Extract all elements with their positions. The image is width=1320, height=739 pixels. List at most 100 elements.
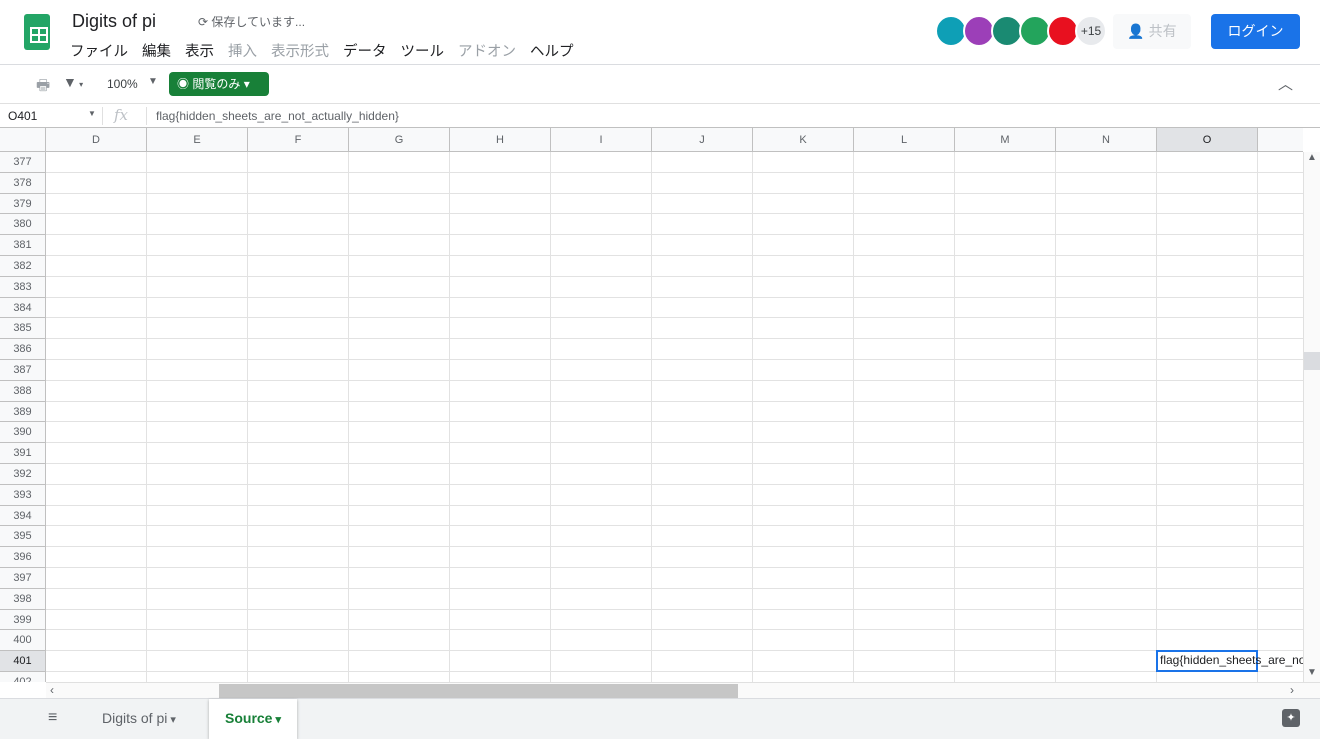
spreadsheet-grid[interactable]: D E F G H I J K L M N O 377 378 379 380 381 382 383 384 385 3… [0, 128, 1303, 682]
row-gridline [46, 525, 1303, 527]
fx-icon: fx [114, 106, 129, 124]
name-box[interactable]: O401 [8, 109, 37, 123]
sheet-tab[interactable]: Digits of pi ▾ [86, 699, 192, 739]
row-gridline [46, 650, 1303, 652]
row-gridline [46, 442, 1303, 444]
row-gridline [46, 317, 1303, 319]
row-gridline [46, 400, 1303, 402]
row-header[interactable]: 387 [0, 360, 46, 381]
share-button[interactable]: 👤 共有 [1113, 14, 1191, 49]
horizontal-scrollbar[interactable]: ‹ › [46, 682, 1320, 698]
menu-item[interactable]: 挿入 [228, 40, 257, 61]
sheet-tab[interactable]: Source ▾ [209, 699, 298, 739]
column-header[interactable]: F [248, 128, 349, 152]
row-header[interactable]: 383 [0, 276, 46, 298]
login-button[interactable]: ログイン [1211, 14, 1300, 49]
row-header[interactable]: 388 [0, 380, 46, 402]
sheet-tab-dropdown-icon[interactable]: ▾ [272, 714, 282, 726]
row-header[interactable]: 389 [0, 401, 46, 423]
column-header[interactable]: M [955, 128, 1056, 152]
more-collaborators-badge[interactable]: +15 [1075, 15, 1107, 47]
column-header[interactable]: L [854, 128, 955, 152]
column-gridline [247, 152, 248, 682]
column-gridline [1156, 152, 1157, 682]
row-header[interactable]: 380 [0, 214, 46, 236]
row-gridline [46, 629, 1303, 631]
row-header[interactable]: 390 [0, 422, 46, 444]
name-box-dropdown-icon[interactable]: ▼ [88, 109, 96, 118]
column-header[interactable]: K [753, 128, 854, 152]
menu-item[interactable]: 表示形式 [271, 40, 329, 61]
menu-item[interactable]: 表示 [185, 40, 214, 61]
formula-input[interactable]: flag{hidden_sheets_are_not_actually_hidd… [156, 109, 399, 123]
column-gridline [954, 152, 955, 682]
menu-item[interactable]: ツール [401, 40, 445, 61]
row-header[interactable]: 402 [0, 672, 46, 682]
row-gridline [46, 171, 1303, 173]
selected-cell[interactable]: flag{hidden_sheets_are_not_actually_hidd… [1156, 650, 1303, 672]
vertical-scrollbar[interactable]: ▲ ▼ [1303, 152, 1320, 682]
row-header[interactable]: 397 [0, 568, 46, 589]
row-header[interactable]: 377 [0, 152, 46, 173]
column-gridline [1257, 152, 1258, 682]
all-sheets-list-icon[interactable]: ≡ [48, 709, 57, 727]
document-title[interactable]: Digits of pi [72, 11, 156, 32]
row-header[interactable]: 398 [0, 588, 46, 610]
row-header[interactable]: 385 [0, 318, 46, 340]
print-icon[interactable]: 🖶 [36, 75, 50, 100]
column-header[interactable]: E [147, 128, 248, 152]
scroll-left-icon[interactable]: ‹ [50, 683, 54, 697]
row-gridline [46, 338, 1303, 340]
column-header[interactable]: O [1157, 128, 1258, 152]
horizontal-scroll-thumb[interactable] [219, 684, 738, 698]
row-header[interactable]: 400 [0, 630, 46, 652]
menu-item[interactable]: 編集 [142, 40, 171, 61]
filter-icon[interactable]: ▼ ▾ [63, 74, 83, 90]
column-gridline [853, 152, 854, 682]
row-header[interactable]: 381 [0, 235, 46, 256]
zoom-dropdown-icon[interactable]: ▼ [148, 76, 158, 87]
zoom-select[interactable]: 100% [107, 77, 138, 91]
scroll-up-icon[interactable]: ▲ [1307, 152, 1317, 163]
column-header[interactable]: G [349, 128, 450, 152]
column-header[interactable]: H [450, 128, 551, 152]
row-header[interactable]: 395 [0, 526, 46, 548]
row-header[interactable]: 384 [0, 297, 46, 319]
row-header[interactable]: 394 [0, 505, 46, 527]
formula-bar: O401 ▼ fx flag{hidden_sheets_are_not_act… [0, 103, 1320, 128]
sheet-tab-dropdown-icon[interactable]: ▾ [167, 714, 176, 726]
column-header[interactable]: J [652, 128, 753, 152]
sheets-logo-icon[interactable] [24, 14, 50, 50]
column-gridline [752, 152, 753, 682]
vertical-scroll-thumb[interactable] [1304, 352, 1320, 370]
row-gridline [46, 192, 1303, 194]
menu-item[interactable]: ファイル [70, 40, 128, 61]
select-all-corner[interactable] [0, 128, 46, 152]
row-header[interactable]: 379 [0, 193, 46, 215]
scroll-right-icon[interactable]: › [1290, 683, 1294, 697]
column-header[interactable]: D [46, 128, 147, 152]
share-label: 共有 [1148, 23, 1177, 39]
menu-item[interactable]: アドオン [458, 40, 516, 61]
row-header[interactable]: 399 [0, 609, 46, 631]
menu-item[interactable]: データ [343, 40, 387, 61]
sheet-tabs-bar: ≡ Digits of pi ▾ Source ▾ ✦ [0, 698, 1320, 739]
row-header[interactable]: 382 [0, 256, 46, 277]
column-header[interactable]: I [551, 128, 652, 152]
scroll-down-icon[interactable]: ▼ [1307, 667, 1317, 678]
collapse-chevron-up-icon[interactable]: ︿ [1278, 73, 1293, 94]
explore-icon[interactable]: ✦ [1282, 709, 1300, 727]
column-header[interactable] [1258, 128, 1303, 152]
row-header[interactable]: 393 [0, 484, 46, 506]
menu-item[interactable]: ヘルプ [530, 40, 574, 61]
column-gridline [449, 152, 450, 682]
row-header[interactable]: 396 [0, 547, 46, 568]
row-header[interactable]: 386 [0, 339, 46, 360]
column-header[interactable]: N [1056, 128, 1157, 152]
row-header[interactable]: 401 [0, 651, 46, 672]
column-gridline [550, 152, 551, 682]
row-header[interactable]: 391 [0, 443, 46, 464]
view-only-button[interactable]: ◉ 閲覧のみ ▾ [169, 72, 269, 96]
row-header[interactable]: 392 [0, 464, 46, 485]
row-header[interactable]: 378 [0, 172, 46, 194]
